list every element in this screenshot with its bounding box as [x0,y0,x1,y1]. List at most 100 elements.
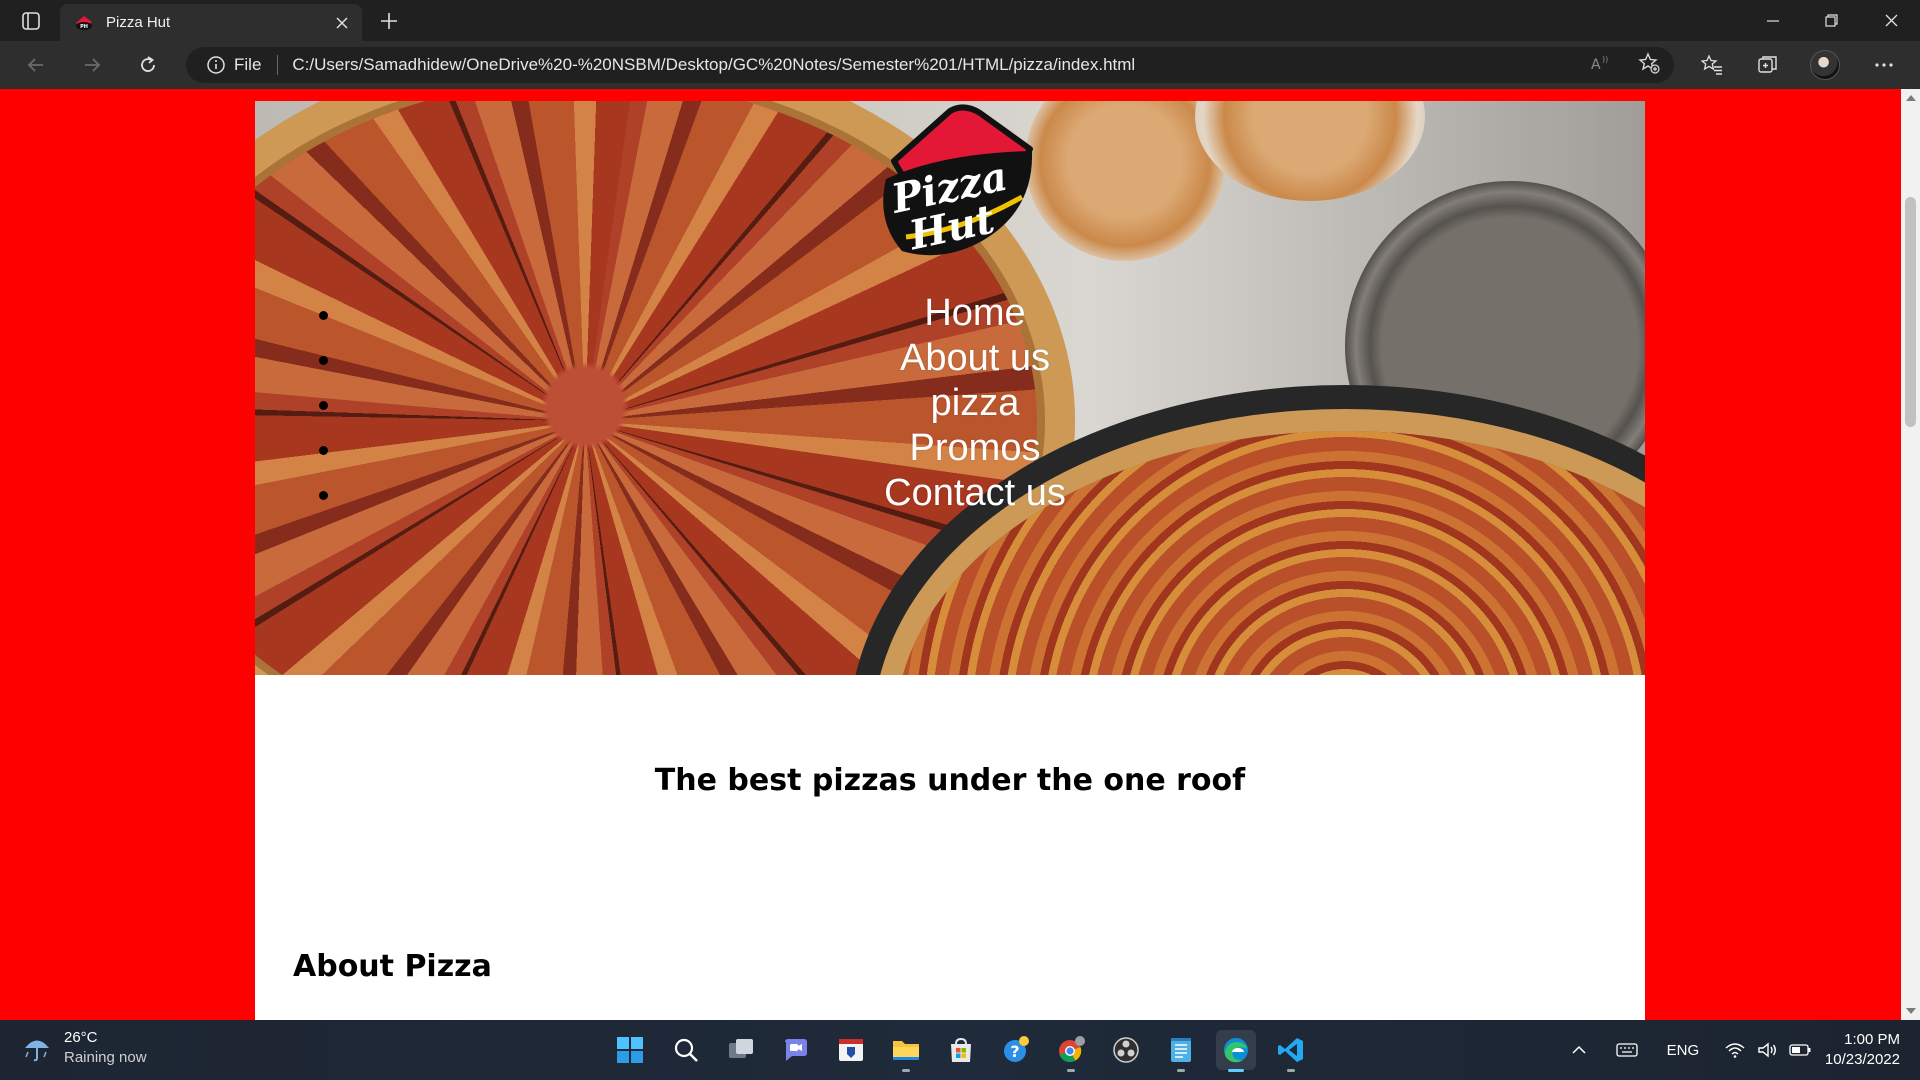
running-indicator [902,1069,910,1072]
touch-keyboard-button[interactable] [1599,1043,1655,1057]
svg-text:A: A [1591,57,1601,73]
notepad-button[interactable] [1161,1030,1201,1072]
get-help-button[interactable]: ? [996,1030,1036,1070]
nav-item-contact: Contact us [255,471,1645,516]
nav-item-about: About us [255,336,1645,381]
nav-item-home: Home [255,291,1645,336]
clock-date: 10/23/2022 [1824,1051,1900,1068]
volume-icon [1758,1042,1776,1058]
address-bar[interactable]: File C:/Users/Samadhidew/OneDrive%20-%20… [186,47,1674,83]
tab-actions-button[interactable] [14,7,48,35]
notepad-icon [1171,1038,1191,1062]
nav-link-home[interactable]: Home [255,291,1645,336]
taskbar-search-button[interactable] [666,1030,706,1070]
svg-text:?: ? [1010,1042,1019,1061]
edge-button[interactable] [1216,1030,1256,1072]
running-indicator [1177,1069,1185,1072]
forward-button[interactable] [74,48,110,82]
minimize-icon [1767,19,1779,22]
help-icon: ? [1004,1036,1029,1062]
refresh-button[interactable] [130,48,166,82]
browser-tab-bar: PH Pizza Hut [0,0,1920,41]
scroll-down-arrow-icon[interactable] [1906,1008,1916,1014]
running-indicator [1067,1069,1075,1072]
microsoft-store-button[interactable] [941,1030,981,1070]
microsoft-store-icon [951,1037,971,1062]
collections-button[interactable] [1750,48,1786,82]
close-icon [336,16,348,29]
settings-more-button[interactable] [1866,48,1902,82]
edge-icon [1224,1038,1248,1063]
keyboard-icon [1616,1043,1638,1057]
favorites-button[interactable] [1694,48,1730,82]
minimize-button[interactable] [1744,0,1802,41]
language-indicator[interactable]: ENG [1655,1042,1711,1059]
weather-temperature: 26°C [64,1029,98,1046]
address-separator [277,55,279,75]
pizza-hut-logo[interactable]: Pizza Hut [872,101,1037,261]
teams-chat-button[interactable] [776,1030,816,1070]
windows-taskbar: 26°C Raining now ? ENG 1:00 PM 10/23/202… [0,1020,1920,1080]
browser-toolbar: File C:/Users/Samadhidew/OneDrive%20-%20… [0,41,1920,89]
vscode-button[interactable] [1271,1030,1311,1072]
weather-widget[interactable]: 26°C Raining now [22,1028,147,1068]
clock[interactable]: 1:00 PM 10/23/2022 [1825,1030,1900,1070]
scroll-thumb[interactable] [1905,197,1916,427]
tab-title: Pizza Hut [106,14,171,31]
chrome-button[interactable] [1051,1030,1091,1072]
clock-time: 1:00 PM [1844,1031,1900,1048]
about-pizza-heading: About Pizza [293,949,492,984]
site-info-button[interactable]: File [206,55,261,75]
umbrella-rain-icon [25,1040,49,1062]
svg-text:PH: PH [80,24,88,30]
profile-avatar[interactable] [1810,50,1840,80]
task-view-icon [729,1039,753,1058]
main-nav: Home About us pizza Promos Contact us [255,291,1645,516]
scroll-up-arrow-icon[interactable] [1906,95,1916,101]
tagline-heading: The best pizzas under the one roof [654,763,1246,798]
add-favorite-button[interactable] [1638,52,1660,78]
page-scrollbar[interactable] [1901,89,1920,1020]
close-window-button[interactable] [1862,0,1920,41]
active-indicator [1228,1069,1244,1072]
taskbar-app-button[interactable] [831,1030,871,1070]
back-button[interactable] [18,48,54,82]
new-tab-button[interactable] [374,6,404,36]
star-add-icon [1638,52,1660,74]
file-explorer-button[interactable] [886,1030,926,1072]
read-aloud-button[interactable]: A)) [1590,53,1612,77]
app-icon [839,1039,863,1061]
forward-arrow-icon [85,58,101,72]
search-icon [674,1038,698,1062]
info-icon [207,56,225,74]
show-hidden-icons-button[interactable] [1559,1045,1599,1055]
nav-item-pizza: pizza [255,381,1645,426]
windows-start-icon [617,1037,643,1063]
tab-close-button[interactable] [330,11,354,35]
tab-pizza-hut[interactable]: PH Pizza Hut [60,4,362,41]
page-viewport: Pizza Hut Home About us pizza Promos Con… [0,89,1901,1020]
restore-button[interactable] [1802,0,1860,41]
chrome-icon [1059,1036,1085,1063]
teams-chat-icon [785,1039,807,1061]
page-container: Pizza Hut Home About us pizza Promos Con… [255,101,1645,1020]
favorites-icon [1701,54,1722,75]
hero-banner: Pizza Hut Home About us pizza Promos Con… [255,101,1645,675]
refresh-icon [141,56,155,72]
url-text[interactable]: C:/Users/Samadhidew/OneDrive%20-%20NSBM/… [292,55,1135,75]
tab-actions-icon [22,12,40,30]
more-icon [1875,63,1893,67]
nav-link-promos[interactable]: Promos [255,426,1645,471]
nav-link-about[interactable]: About us [255,336,1645,381]
wifi-icon [1725,1043,1745,1058]
svg-text:)): )) [1602,55,1608,64]
collections-icon [1758,56,1777,73]
obs-button[interactable] [1106,1030,1146,1070]
start-button[interactable] [610,1030,650,1070]
task-view-button[interactable] [721,1030,761,1070]
quick-settings-button[interactable] [1711,1042,1825,1058]
nav-link-pizza[interactable]: pizza [255,381,1645,426]
nav-link-contact[interactable]: Contact us [255,471,1645,516]
chevron-up-icon [1572,1045,1586,1054]
read-aloud-icon: A)) [1591,55,1608,73]
